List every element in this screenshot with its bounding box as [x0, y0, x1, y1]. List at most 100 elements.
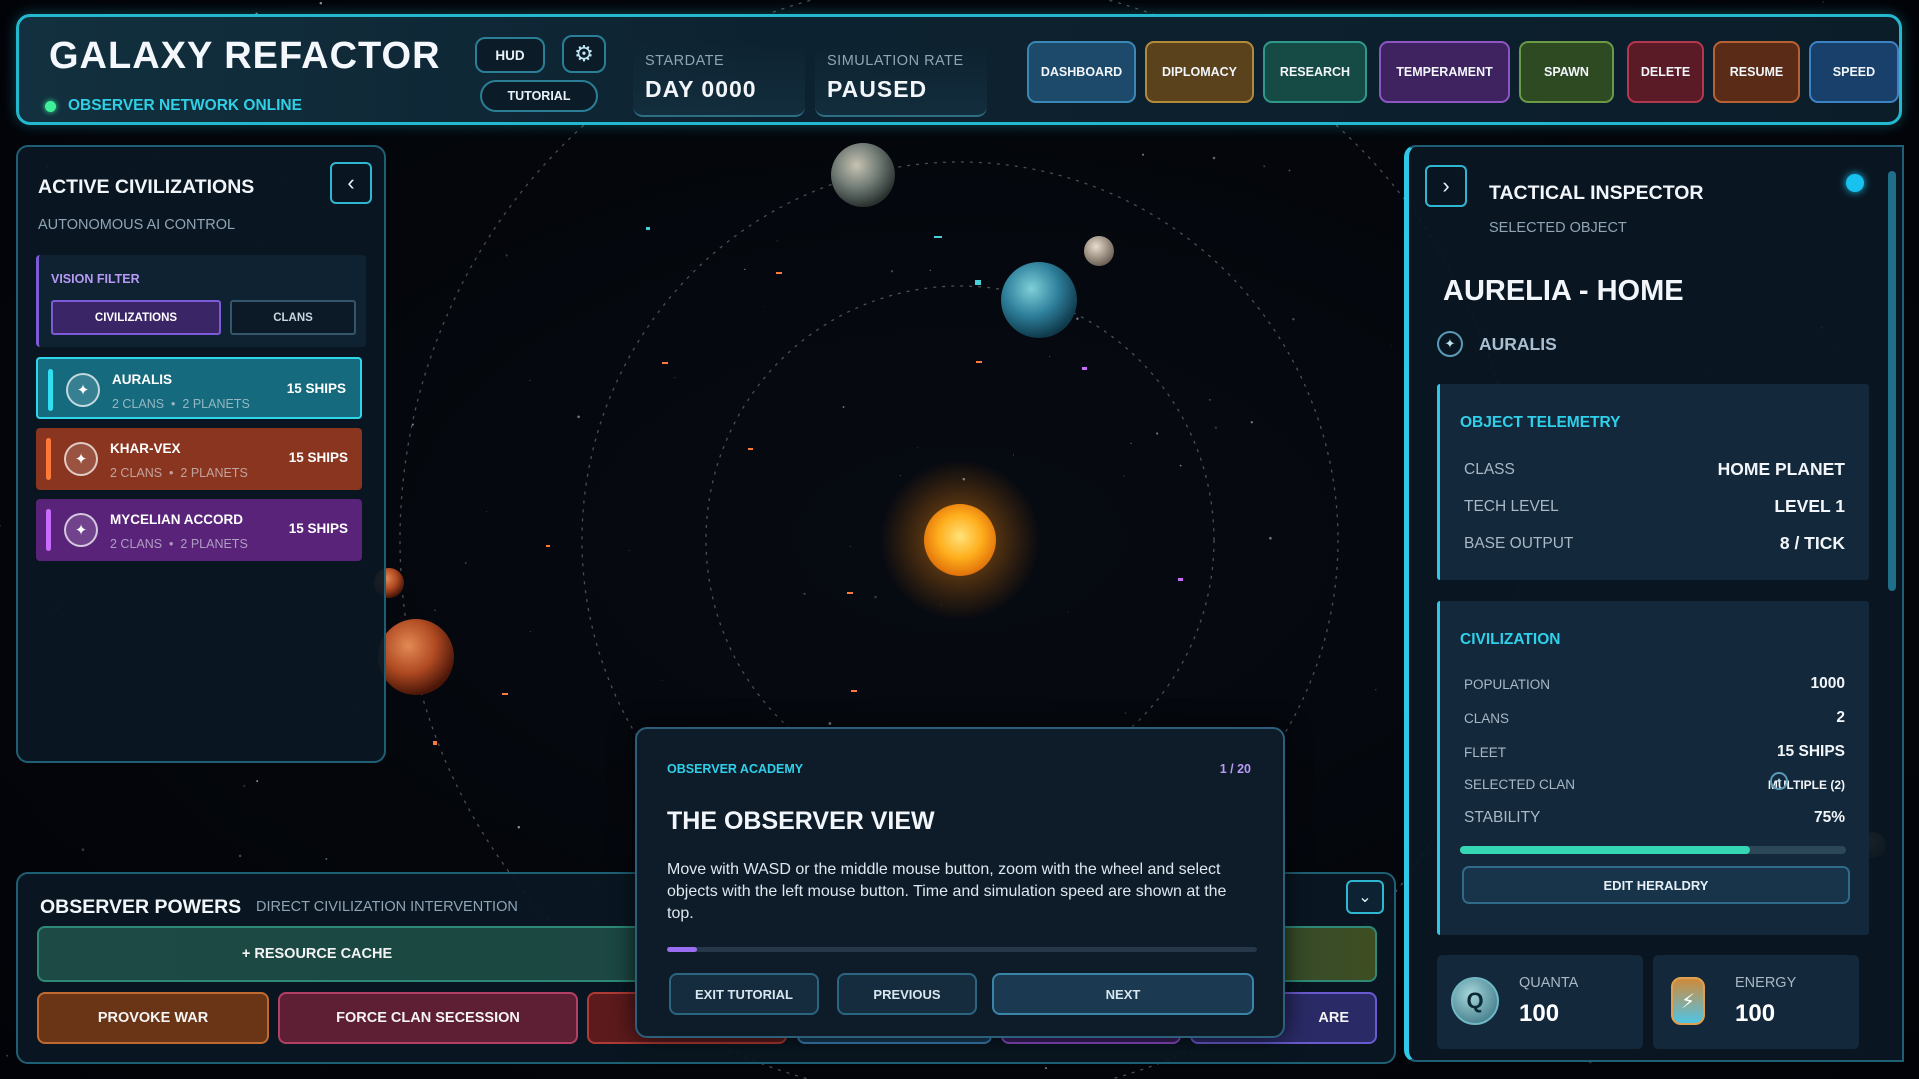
- civ-emblem-icon: ✦: [64, 442, 98, 476]
- filter-civilizations-button[interactable]: CIVILIZATIONS: [51, 300, 221, 335]
- tutorial-heading: THE OBSERVER VIEW: [667, 807, 935, 835]
- vision-filter: VISION FILTER CIVILIZATIONS CLANS: [36, 255, 366, 347]
- star: [890, 270, 894, 273]
- hud-button[interactable]: HUD: [475, 37, 545, 73]
- star: [464, 562, 467, 565]
- star: [850, 546, 851, 547]
- civ-item-khar-vex[interactable]: ✦ KHAR-VEX 2 CLANS • 2 PLANETS 15 SHIPS: [36, 428, 362, 490]
- civ-planets: 2 PLANETS: [180, 466, 248, 480]
- civ-planets: 2 PLANETS: [182, 397, 250, 411]
- vision-filter-label: VISION FILTER: [51, 272, 140, 286]
- star: [1124, 712, 1127, 714]
- game-title: GALAXY REFACTOR: [49, 35, 441, 77]
- civ-panel-subtitle: AUTONOMOUS AI CONTROL: [38, 217, 236, 233]
- civ-item-auralis[interactable]: ✦ AURALIS 2 CLANS • 2 PLANETS 15 SHIPS: [36, 357, 362, 419]
- energy-value: 100: [1735, 1000, 1776, 1027]
- collapse-left-chevron-icon[interactable]: ‹: [330, 162, 372, 204]
- nav-research-button[interactable]: RESEARCH: [1263, 41, 1367, 103]
- star: [1123, 475, 1125, 477]
- energy-card: ⚡ ENERGY 100: [1653, 955, 1859, 1049]
- provoke-war-button[interactable]: PROVOKE WAR: [37, 992, 269, 1044]
- civ-name: AURALIS: [112, 372, 172, 387]
- nav-dashboard-button[interactable]: DASHBOARD: [1027, 41, 1136, 103]
- nav-diplomacy-button[interactable]: DIPLOMACY: [1145, 41, 1254, 103]
- civ-row-key: SELECTED CLAN: [1464, 777, 1576, 792]
- civ-planets: 2 PLANETS: [180, 537, 248, 551]
- nav-spawn-button[interactable]: SPAWN: [1519, 41, 1614, 103]
- tutorial-body: Move with WASD or the middle mouse butto…: [667, 861, 1227, 922]
- civ-row-value: 2: [1836, 709, 1845, 726]
- nav-resume-button[interactable]: RESUME: [1713, 41, 1800, 103]
- telemetry-key: CLASS: [1464, 460, 1515, 478]
- tutorial-progress-fill: [667, 947, 697, 952]
- civ-item-mycelian-accord[interactable]: ✦ MYCELIAN ACCORD 2 CLANS • 2 PLANETS 15 SH…: [36, 499, 362, 561]
- star: [564, 1077, 566, 1078]
- nav-speed-button[interactable]: SPEED: [1809, 41, 1899, 103]
- powers-subtitle: DIRECT CIVILIZATION INTERVENTION: [256, 899, 518, 915]
- civ-color-bar: [46, 438, 51, 480]
- filter-clans-button[interactable]: CLANS: [230, 300, 356, 335]
- telemetry-key: BASE OUTPUT: [1464, 534, 1574, 552]
- civ-meta: 2 CLANS • 2 PLANETS: [110, 466, 248, 480]
- force-clan-secession-button[interactable]: FORCE CLAN SECESSION: [278, 992, 578, 1044]
- moon[interactable]: [1084, 236, 1114, 266]
- star: [577, 415, 580, 419]
- star: [81, 848, 85, 851]
- simulation-rate-label: SIMULATION RATE: [827, 53, 964, 69]
- inspector-title: TACTICAL INSPECTOR: [1489, 182, 1704, 204]
- telemetry-value: 8 / TICK: [1779, 533, 1845, 553]
- telemetry-value: HOME PLANET: [1717, 459, 1845, 479]
- network-status: OBSERVER NETWORK ONLINE: [45, 97, 302, 115]
- telemetry-row: CLASS HOME PLANET: [1464, 459, 1845, 480]
- edit-heraldry-button[interactable]: EDIT HERALDRY: [1462, 866, 1850, 904]
- game-viewport[interactable]: GALAXY REFACTOR OBSERVER NETWORK ONLINE …: [0, 0, 1919, 1079]
- star: [762, 305, 764, 307]
- tutorial-dialog: OBSERVER ACADEMY 1 / 20 THE OBSERVER VIE…: [635, 727, 1285, 1038]
- star: [1375, 689, 1377, 691]
- stability-bar: [1460, 846, 1846, 854]
- star: [1049, 356, 1051, 357]
- telemetry-row: BASE OUTPUT 8 / TICK: [1464, 533, 1845, 554]
- star: [874, 595, 877, 599]
- auralis-emblem-icon: ✦: [1437, 331, 1463, 357]
- stability-bar-fill: [1460, 846, 1750, 854]
- inspector-scrollbar[interactable]: [1888, 171, 1896, 591]
- star: [1214, 426, 1218, 429]
- star: [674, 377, 676, 379]
- nav-delete-button[interactable]: DELETE: [1627, 41, 1704, 103]
- star: [1263, 165, 1266, 168]
- sun[interactable]: [924, 504, 996, 576]
- exit-tutorial-button[interactable]: EXIT TUTORIAL: [669, 973, 819, 1015]
- planet-rocky[interactable]: [831, 143, 895, 207]
- previous-button[interactable]: PREVIOUS: [837, 973, 977, 1015]
- civ-emblem-icon: ✦: [64, 513, 98, 547]
- quanta-label: QUANTA: [1519, 975, 1579, 991]
- energy-label: ENERGY: [1735, 975, 1797, 991]
- civ-color-bar: [46, 509, 51, 551]
- star: [517, 825, 521, 829]
- civ-emblem-icon: ✦: [66, 373, 100, 407]
- tutorial-progress-bar: [667, 947, 1257, 952]
- next-button[interactable]: NEXT: [992, 973, 1254, 1015]
- energy-icon: ⚡: [1671, 977, 1705, 1025]
- collapse-powers-chevron-icon[interactable]: ⌄: [1346, 880, 1384, 914]
- planet-mars[interactable]: [378, 619, 454, 695]
- star: [1067, 611, 1069, 613]
- civ-color-bar: [48, 369, 53, 411]
- planet-aurelia[interactable]: [1001, 262, 1077, 338]
- civ-clans: 2 CLANS: [112, 397, 165, 411]
- star: [529, 631, 531, 633]
- telemetry-title: OBJECT TELEMETRY: [1460, 414, 1621, 431]
- telemetry-key: TECH LEVEL: [1464, 497, 1559, 515]
- tutorial-button[interactable]: TUTORIAL: [480, 80, 598, 112]
- tutorial-kicker: OBSERVER ACADEMY: [667, 762, 804, 776]
- nav-temperament-button[interactable]: TEMPERAMENT: [1379, 41, 1510, 103]
- powers-title: OBSERVER POWERS: [40, 896, 242, 918]
- settings-gear-icon[interactable]: ⚙: [562, 35, 606, 73]
- collapse-right-chevron-icon[interactable]: ›: [1425, 165, 1467, 207]
- telemetry-card: OBJECT TELEMETRY CLASS HOME PLANET TECH LE…: [1437, 384, 1869, 580]
- star: [505, 254, 508, 257]
- star: [744, 268, 746, 271]
- object-name: AURELIA - HOME: [1443, 275, 1684, 307]
- civ-ship-count: 15 SHIPS: [288, 521, 348, 536]
